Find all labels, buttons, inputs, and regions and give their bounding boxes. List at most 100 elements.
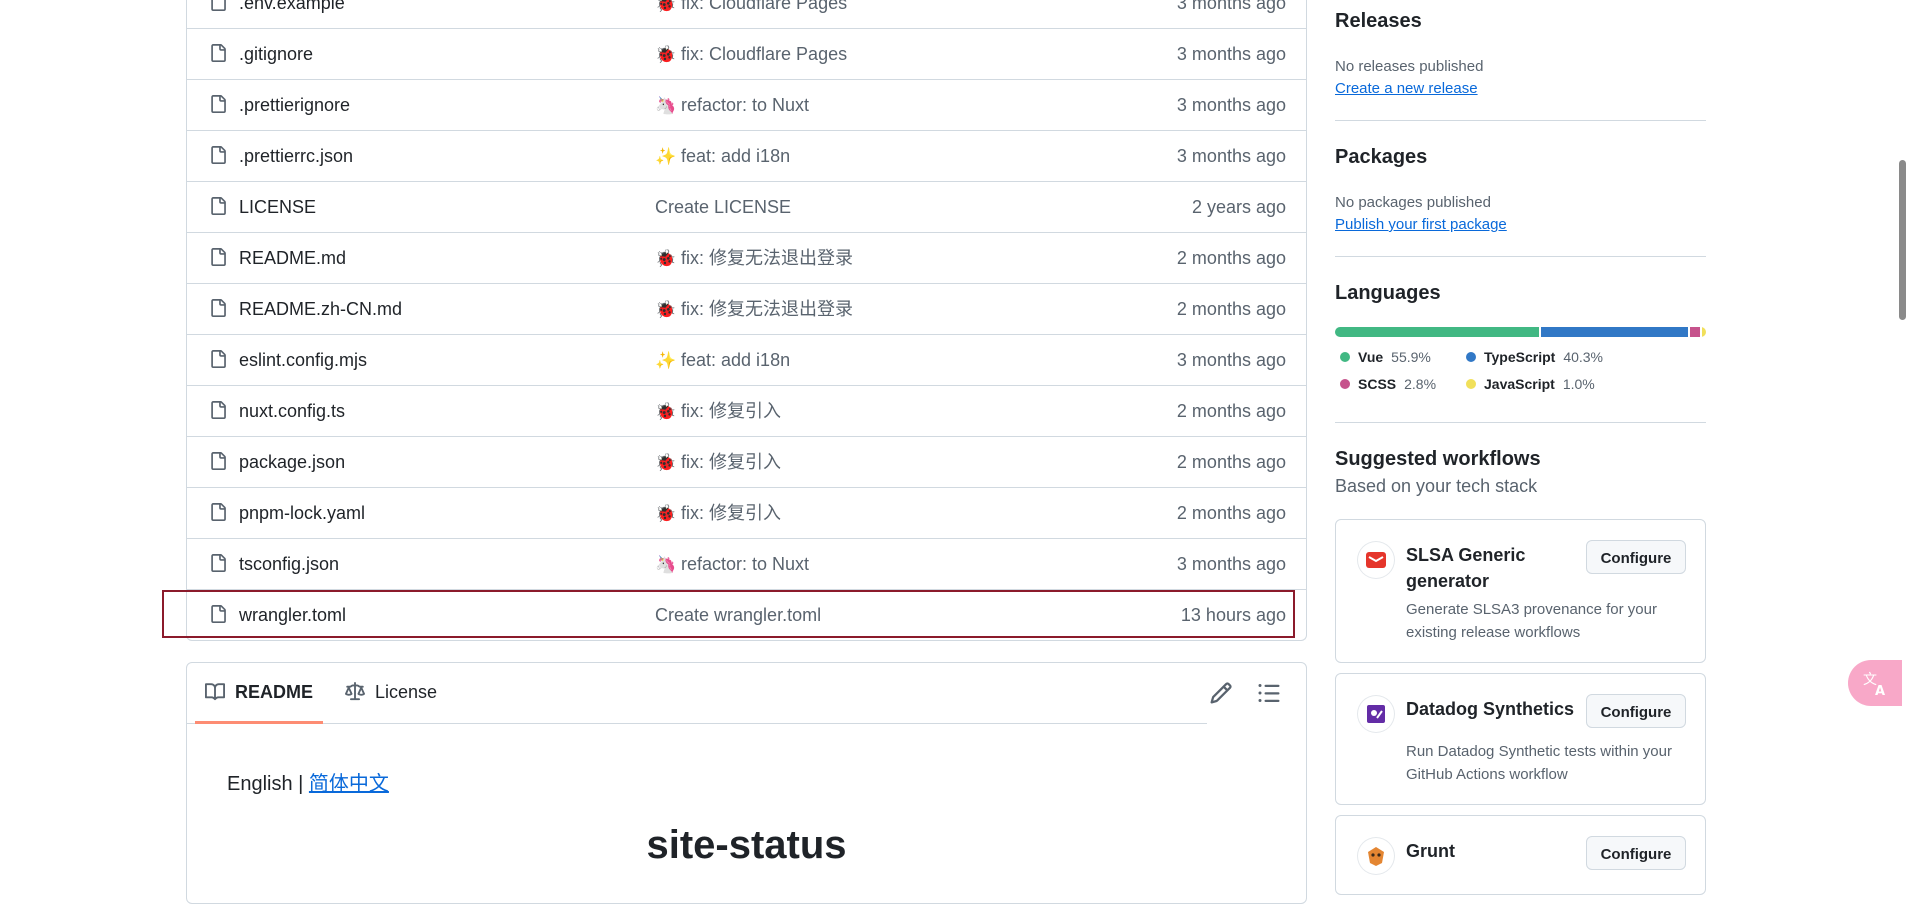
commit-message-link[interactable]: 🐞 fix: 修复无法退出登录 [655,233,853,284]
commit-emoji: ✨ [655,147,677,166]
tab-license[interactable]: License [335,663,447,721]
pencil-icon[interactable] [1209,681,1233,705]
file-name-link[interactable]: README.md [239,233,346,283]
language-percent: 2.8% [1404,376,1437,392]
commit-message-text: fix: Cloudflare Pages [681,44,848,64]
commit-emoji: 🦄 [655,96,677,115]
commit-message-link[interactable]: ✨ feat: add i18n [655,131,790,182]
commit-message-link[interactable]: 🦄 refactor: to Nuxt [655,80,809,131]
list-unordered-icon[interactable] [1257,681,1281,705]
file-row[interactable]: nuxt.config.ts 🐞 fix: 修复引入 2 months ago [187,385,1306,436]
readme-tabs: README License [187,663,1207,724]
file-row[interactable]: .prettierignore 🦄 refactor: to Nuxt 3 month… [187,79,1306,130]
publish-package-link[interactable]: Publish your first package [1335,216,1507,233]
commit-message-link[interactable]: 🐞 fix: 修复引入 [655,437,781,488]
file-icon [211,95,226,113]
file-name-link[interactable]: LICENSE [239,182,316,232]
file-row[interactable]: README.md 🐞 fix: 修复无法退出登录 2 months ago [187,232,1306,283]
file-name-link[interactable]: .env.example [239,0,345,28]
file-name-link[interactable]: .prettierignore [239,80,350,130]
file-row[interactable]: pnpm-lock.yaml 🐞 fix: 修复引入 2 months ago [187,487,1306,538]
create-release-link[interactable]: Create a new release [1335,80,1478,97]
language-color-dot [1466,352,1476,362]
commit-message-link[interactable]: 🐞 fix: Cloudflare Pages [655,0,847,29]
commit-age: 2 months ago [1176,299,1286,319]
workflow-description: Generate SLSA3 provenance for your exist… [1406,601,1657,641]
commit-message-text: fix: Cloudflare Pages [681,0,848,13]
file-icon [211,554,226,572]
language-percent: 55.9% [1391,349,1431,365]
commit-age: 2 months ago [1176,503,1286,523]
file-icon [211,197,226,215]
file-icon [211,248,226,266]
file-icon [211,605,226,623]
configure-button[interactable]: Configure [1586,694,1686,728]
languages-heading: Languages [1335,282,1441,304]
file-icon [211,350,226,368]
file-icon [211,401,226,419]
commit-emoji: 🐞 [655,453,677,472]
file-name-link[interactable]: .gitignore [239,29,313,79]
tab-readme[interactable]: README [195,663,324,724]
commit-message-text: fix: 修复无法退出登录 [681,248,854,268]
file-row[interactable]: README.zh-CN.md 🐞 fix: 修复无法退出登录 2 months ag… [187,283,1306,334]
commit-message-link[interactable]: 🦄 refactor: to Nuxt [655,539,809,590]
commit-message-link[interactable]: Create wrangler.toml [655,590,821,640]
language-item[interactable]: JavaScript 1.0% [1466,376,1595,392]
readme-panel: README License English | 简体中文 site-statu… [186,662,1307,904]
file-row[interactable]: .gitignore 🐞 fix: Cloudflare Pages 3 months… [187,28,1306,79]
file-row[interactable]: tsconfig.json 🦄 refactor: to Nuxt 3 months … [187,538,1306,589]
commit-emoji: ✨ [655,351,677,370]
file-row[interactable]: package.json 🐞 fix: 修复引入 2 months ago [187,436,1306,487]
file-name-link[interactable]: eslint.config.mjs [239,335,367,385]
commit-message-link[interactable]: Create LICENSE [655,182,791,232]
lang-separator: | [292,773,309,795]
file-name-link[interactable]: pnpm-lock.yaml [239,488,365,538]
configure-button[interactable]: Configure [1586,540,1686,574]
configure-button[interactable]: Configure [1586,836,1686,870]
lang-zh-link[interactable]: 简体中文 [309,773,389,795]
file-row[interactable]: wrangler.toml Create wrangler.toml 13 hour… [187,589,1306,640]
file-icon [211,44,226,62]
file-name-link[interactable]: package.json [239,437,345,487]
commit-message-text: Create LICENSE [655,197,792,217]
commit-message-link[interactable]: 🐞 fix: 修复引入 [655,386,781,437]
file-name-link[interactable]: nuxt.config.ts [239,386,345,436]
translate-button[interactable]: 文 A [1848,660,1902,706]
scrollbar-thumb[interactable] [1899,160,1906,320]
language-percent: 1.0% [1562,376,1595,392]
language-name: Vue [1358,349,1384,365]
commit-age: 13 hours ago [1180,605,1286,625]
commit-message-text: Create wrangler.toml [655,605,822,625]
workflow-name: Datadog Synthetics [1406,699,1575,719]
file-name-link[interactable]: .prettierrc.json [239,131,353,181]
language-item[interactable]: TypeScript 40.3% [1466,349,1603,365]
commit-age: 3 months ago [1176,95,1286,115]
commit-age: 3 months ago [1176,350,1286,370]
language-item[interactable]: Vue 55.9% [1340,349,1431,365]
file-name-link[interactable]: README.zh-CN.md [239,284,402,334]
language-bar-segment [1690,327,1701,337]
file-row[interactable]: LICENSE Create LICENSE 2 years ago [187,181,1306,232]
file-name-link[interactable]: tsconfig.json [239,539,339,589]
commit-message-text: fix: 修复引入 [681,503,782,523]
commit-emoji: 🦄 [655,555,677,574]
file-row[interactable]: eslint.config.mjs ✨ feat: add i18n 3 months… [187,334,1306,385]
commit-emoji: 🐞 [655,402,677,421]
commit-message-text: feat: add i18n [681,146,791,166]
workflow-card: SLSA Generic generator Generate SLSA3 pro… [1335,519,1706,663]
language-bar-segment [1335,327,1540,337]
file-row[interactable]: .env.example 🐞 fix: Cloudflare Pages 3 mont… [187,0,1306,28]
file-row[interactable]: .prettierrc.json ✨ feat: add i18n 3 months … [187,130,1306,181]
file-name-link[interactable]: wrangler.toml [239,590,346,640]
language-item[interactable]: SCSS 2.8% [1340,376,1436,392]
commit-message-link[interactable]: 🐞 fix: Cloudflare Pages [655,29,847,80]
tab-license-label: License [375,682,438,702]
language-bar-segment [1702,327,1706,337]
releases-heading[interactable]: Releases [1335,10,1422,33]
workflow-card: Grunt Configure [1335,815,1706,895]
commit-message-link[interactable]: ✨ feat: add i18n [655,335,790,386]
packages-heading[interactable]: Packages [1335,146,1427,169]
commit-message-link[interactable]: 🐞 fix: 修复引入 [655,488,781,539]
commit-message-link[interactable]: 🐞 fix: 修复无法退出登录 [655,284,853,335]
